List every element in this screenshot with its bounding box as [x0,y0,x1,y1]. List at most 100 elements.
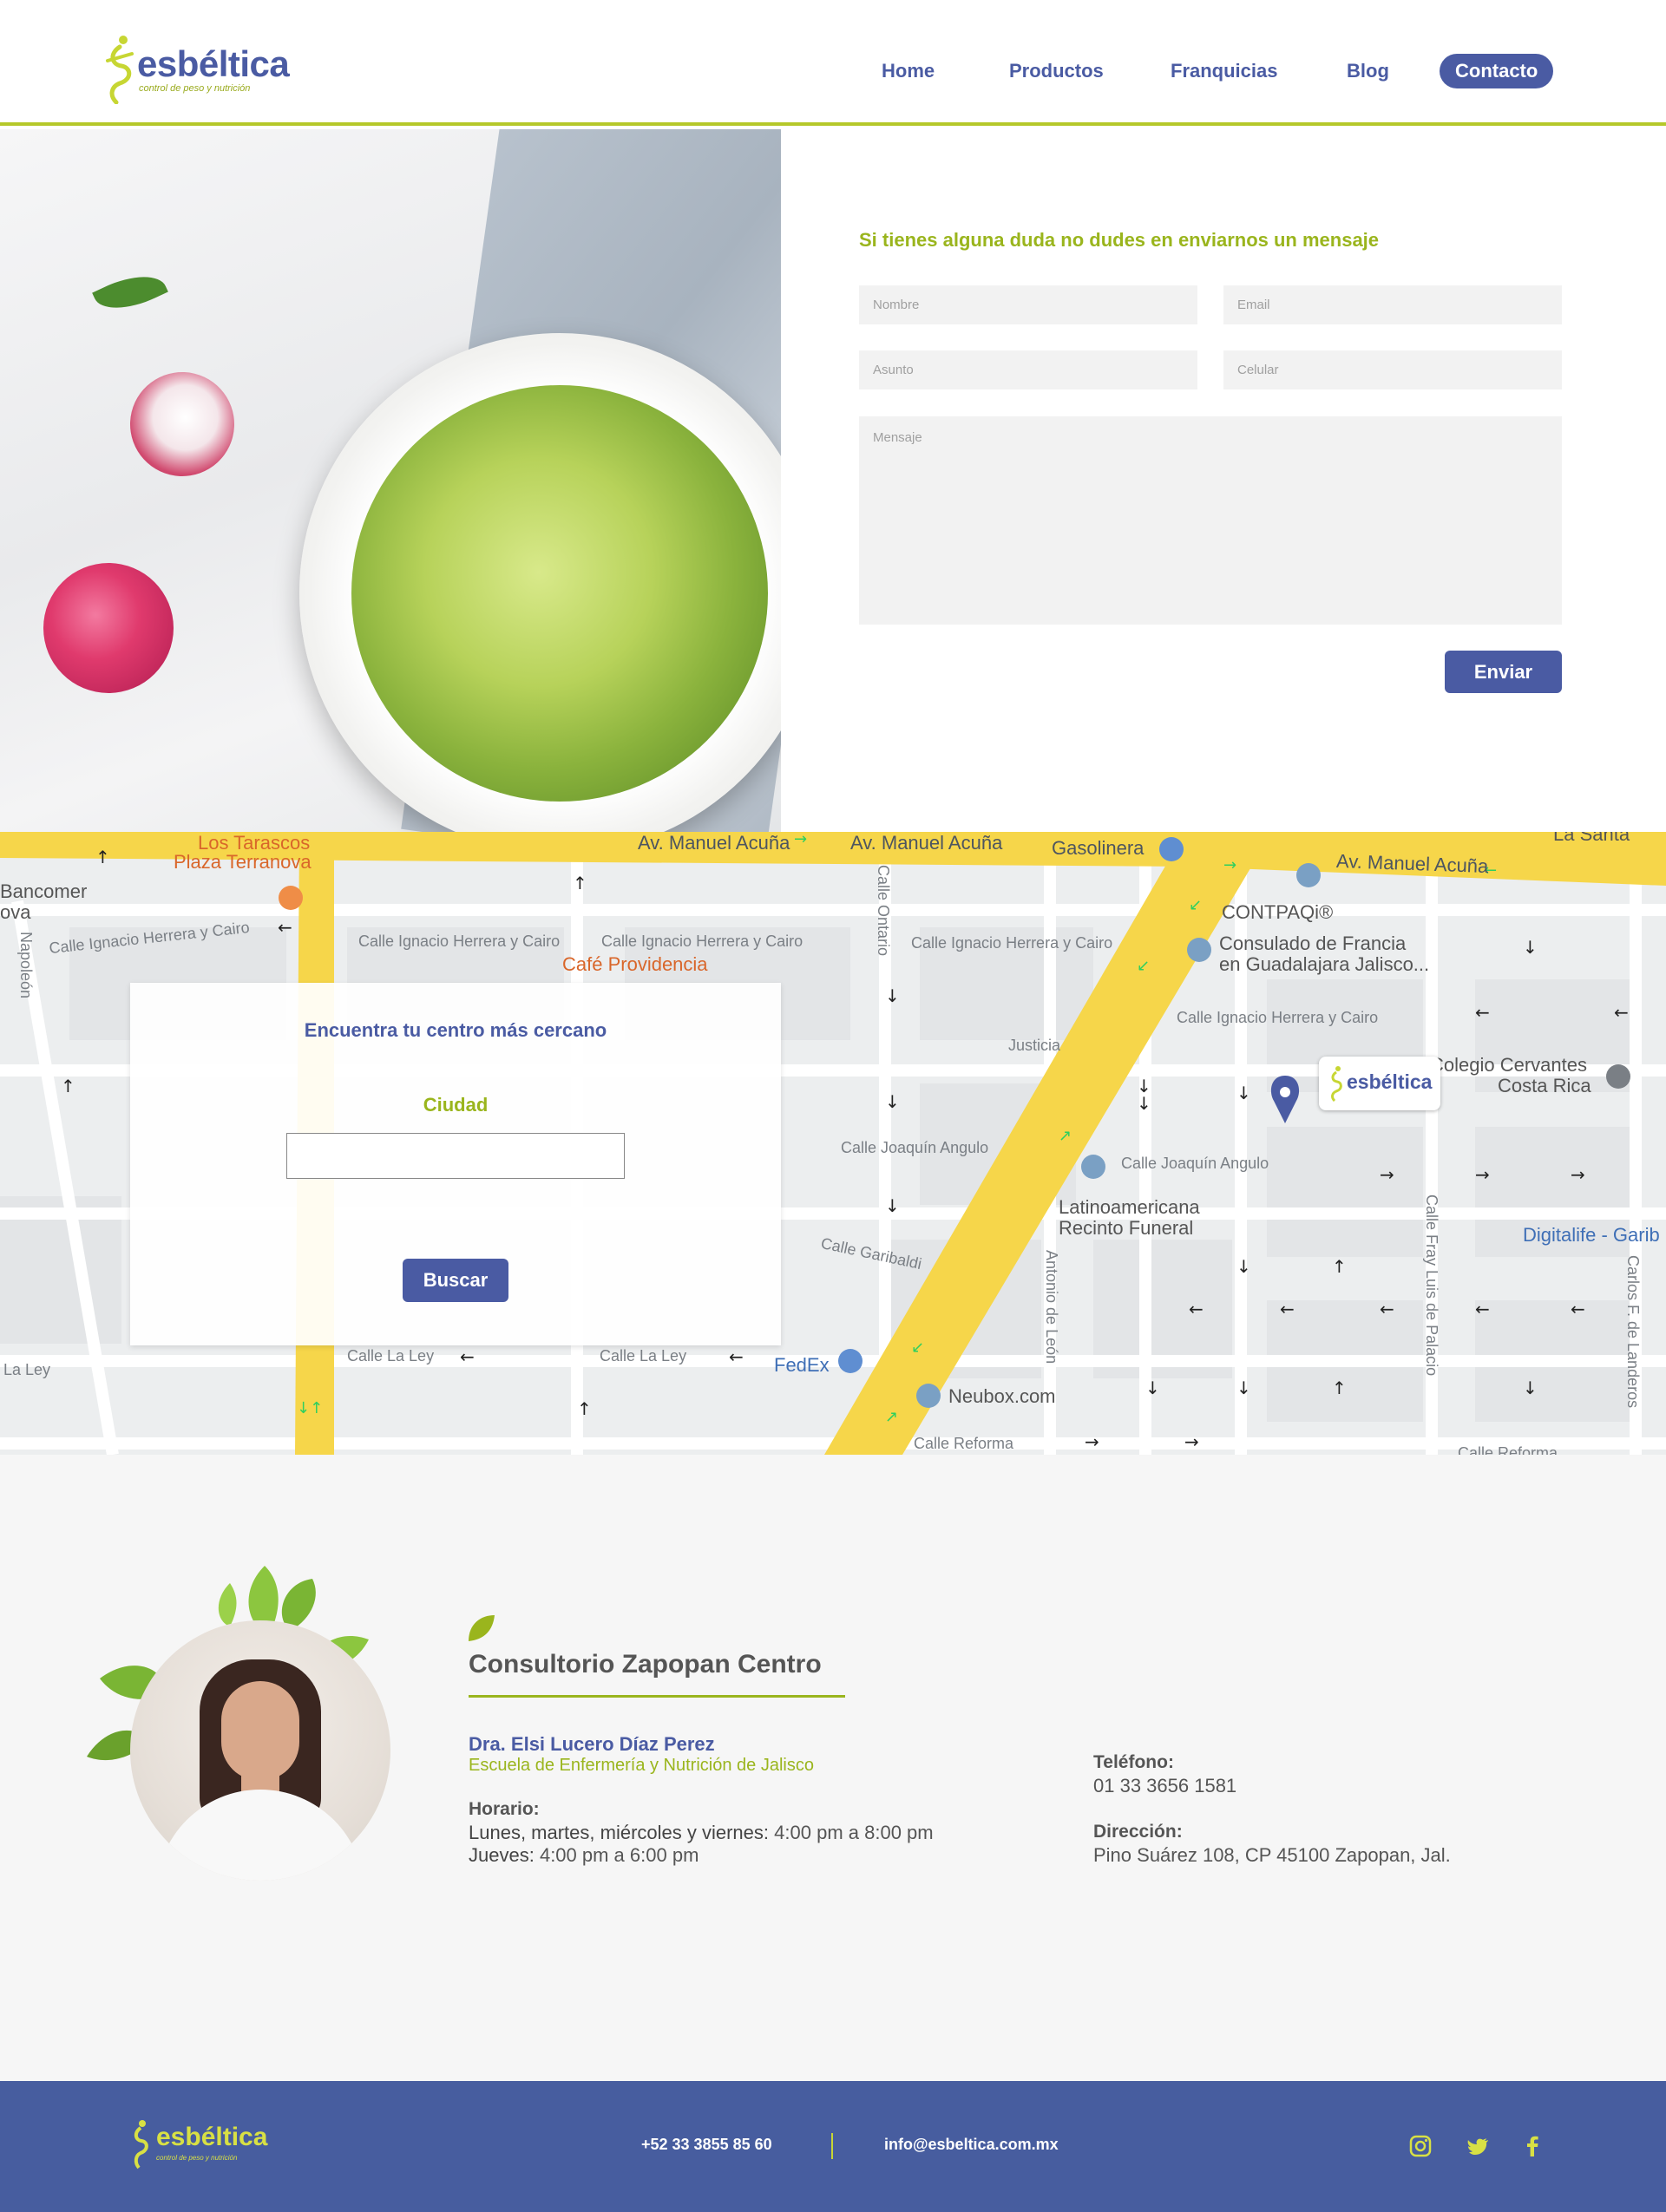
svg-text:→: → [1184,1431,1199,1452]
svg-text:←: ← [729,1346,744,1367]
svg-text:↓: ↓ [1236,1083,1251,1103]
hours-line-2: Jueves: 4:00 pm a 6:00 pm [469,1844,699,1867]
map-label-neubox: Neubox.com [948,1385,1056,1407]
map-label-cafe-providencia: Café Providencia [562,953,708,975]
phone-field[interactable] [1223,350,1562,389]
svg-text:↑: ↑ [61,1076,75,1096]
footer-email[interactable]: info@esbeltica.com.mx [884,2136,1059,2154]
address-value: Pino Suárez 108, CP 45100 Zapopan, Jal. [1093,1844,1451,1866]
map-label-ignacio-3: Calle Ignacio Herrera y Cairo [601,933,803,950]
map-marker-brand-name: esbéltica [1347,1070,1433,1093]
nav-franquicias[interactable]: Franquicias [1171,54,1277,88]
nav-home[interactable]: Home [882,54,935,88]
hours-line-1: Lunes, martes, miércoles y viernes: 4:00… [469,1822,934,1844]
svg-text:←: ← [1475,1299,1490,1319]
svg-text:↗: ↗ [1059,1127,1072,1145]
hours-2-days: Jueves: [469,1844,535,1866]
main-nav: Home Productos Franquicias Blog Contacto [0,54,1666,92]
map-label-plaza-terranova: Plaza Terranova [174,851,312,873]
map-label-latinoamericana-1: Latinoamericana [1059,1196,1200,1218]
site-header: esbéltica control de peso y nutrición Ho… [0,0,1666,126]
svg-text:→: → [1223,856,1236,874]
map-label-ignacio-2: Calle Ignacio Herrera y Cairo [358,933,561,950]
facebook-icon[interactable] [1520,2134,1545,2158]
svg-text:→: → [794,832,807,848]
map-label-reforma-2: Calle Reforma [1458,1444,1558,1455]
svg-text:↓: ↓ [1523,1378,1538,1398]
footer-brand-name: esbéltica [156,2123,268,2151]
svg-text:←: ← [1380,1299,1394,1319]
map-label-latinoamericana-2: Recinto Funeral [1059,1217,1194,1239]
nav-contacto[interactable]: Contacto [1440,54,1554,88]
map-label-la-ley-2: Calle La Ley [600,1347,687,1365]
svg-text:→: → [1571,1164,1585,1185]
map-label-contpaqi: CONTPAQi® [1222,901,1334,923]
footer-brand-tagline: control de peso y nutrición [156,2154,238,2162]
contact-form-title: Si tienes alguna duda no dudes en enviar… [859,229,1380,251]
svg-text:↓: ↓ [885,1195,900,1216]
office-title-underline [469,1695,845,1698]
subject-field[interactable] [859,350,1197,389]
instagram-icon[interactable] [1408,2134,1433,2158]
name-field[interactable] [859,285,1197,324]
svg-text:←: ← [1280,1299,1295,1319]
map-label-ova: ova [0,901,31,923]
map-label-colegio-2: Costa Rica [1498,1075,1591,1096]
city-input[interactable] [286,1133,625,1179]
map-label-reforma-1: Calle Reforma [914,1435,1014,1452]
svg-text:→: → [1380,1164,1394,1185]
office-title: Consultorio Zapopan Centro [469,1650,822,1679]
finder-title: Encuentra tu centro más cercano [304,1019,607,1041]
svg-text:↑: ↑ [1332,1256,1347,1277]
map-label-fedex: FedEx [774,1354,830,1376]
map-label-gasolinera: Gasolinera [1052,837,1145,859]
svg-text:←: ← [278,917,292,938]
svg-text:←: ← [1189,1299,1204,1319]
svg-text:→: → [1085,1431,1099,1452]
map-label-digitalife: Digitalife - Garib [1523,1224,1660,1246]
brand-mark-icon [134,2120,148,2169]
footer-phone[interactable]: +52 33 3855 85 60 [641,2136,772,2154]
hours-1-days: Lunes, martes, miércoles y viernes: [469,1822,770,1843]
map-label-bancomer: Bancomer [0,880,88,902]
svg-text:↑: ↑ [95,847,110,867]
svg-text:←: ← [460,1346,475,1367]
email-field[interactable] [1223,285,1562,324]
map-label-calle-fray: Calle Fray Luis de Palacio [1423,1194,1440,1377]
map-label-la-ley-1: Calle La Ley [347,1347,435,1365]
map-label-antonio-de-leon: Antonio de León [1043,1250,1060,1365]
map-label-carlos-landeros: Carlos F. de Landeros [1624,1255,1642,1409]
map-label-ignacio-5: Calle Ignacio Herrera y Cairo [1177,1009,1379,1026]
svg-text:↑: ↑ [1332,1378,1347,1398]
nav-blog[interactable]: Blog [1347,54,1389,88]
svg-text:↑: ↑ [573,873,587,893]
twitter-icon[interactable] [1466,2134,1490,2158]
svg-text:↓: ↓ [1145,1378,1160,1398]
svg-text:←: ← [1614,1002,1629,1023]
footer-separator [831,2133,833,2159]
phone-value[interactable]: 01 33 3656 1581 [1093,1775,1236,1797]
doctor-name: Dra. Elsi Lucero Díaz Perez [469,1733,715,1755]
map-label-joaquin-1: Calle Joaquín Angulo [841,1139,989,1156]
hero-food-photo [0,129,781,832]
svg-text:↙: ↙ [1137,957,1150,975]
svg-text:↓: ↓ [885,1091,900,1112]
message-field[interactable] [859,416,1562,625]
nav-productos[interactable]: Productos [1009,54,1104,88]
map-brand-marker[interactable]: esbéltica [1319,1057,1440,1110]
svg-text:↗: ↗ [885,1408,898,1426]
svg-text:↓: ↓ [1236,1378,1251,1398]
svg-text:↓: ↓ [885,985,900,1006]
send-button[interactable]: Enviar [1445,651,1562,693]
phone-label: Teléfono: [1093,1752,1174,1772]
doctor-photo [130,1620,390,1881]
svg-text:↓: ↓ [1137,1093,1151,1114]
svg-text:↙: ↙ [1189,896,1202,914]
brand-mark-icon [1331,1066,1342,1102]
search-button[interactable]: Buscar [403,1259,508,1302]
map-label-colegio-1: Colegio Cervantes [1430,1054,1587,1076]
hours-1-time: 4:00 pm a 8:00 pm [774,1822,934,1843]
map-label-la-ley-3: La Ley [3,1361,51,1378]
map-label-manuel-acuna-2: Av. Manuel Acuña [850,832,1003,854]
map-label-consulado-2: en Guadalajara Jalisco... [1219,953,1430,975]
